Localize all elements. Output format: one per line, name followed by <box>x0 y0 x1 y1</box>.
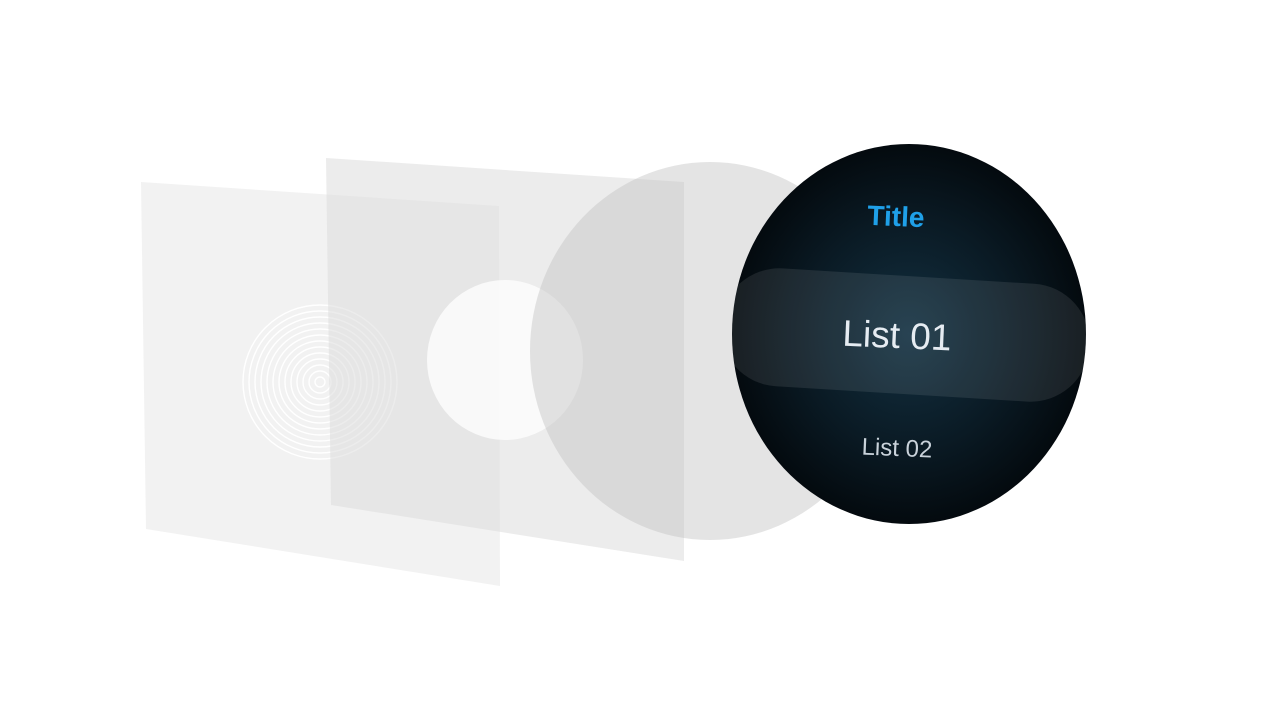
watch-title: Title <box>867 200 925 233</box>
layer-stack-svg: Title List 01 List 02 <box>141 144 1086 586</box>
list-item[interactable]: List 02 <box>861 433 933 463</box>
layer-stack-diagram: Title List 01 List 02 <box>0 0 1280 720</box>
list-item-focused[interactable]: List 01 <box>842 313 953 359</box>
